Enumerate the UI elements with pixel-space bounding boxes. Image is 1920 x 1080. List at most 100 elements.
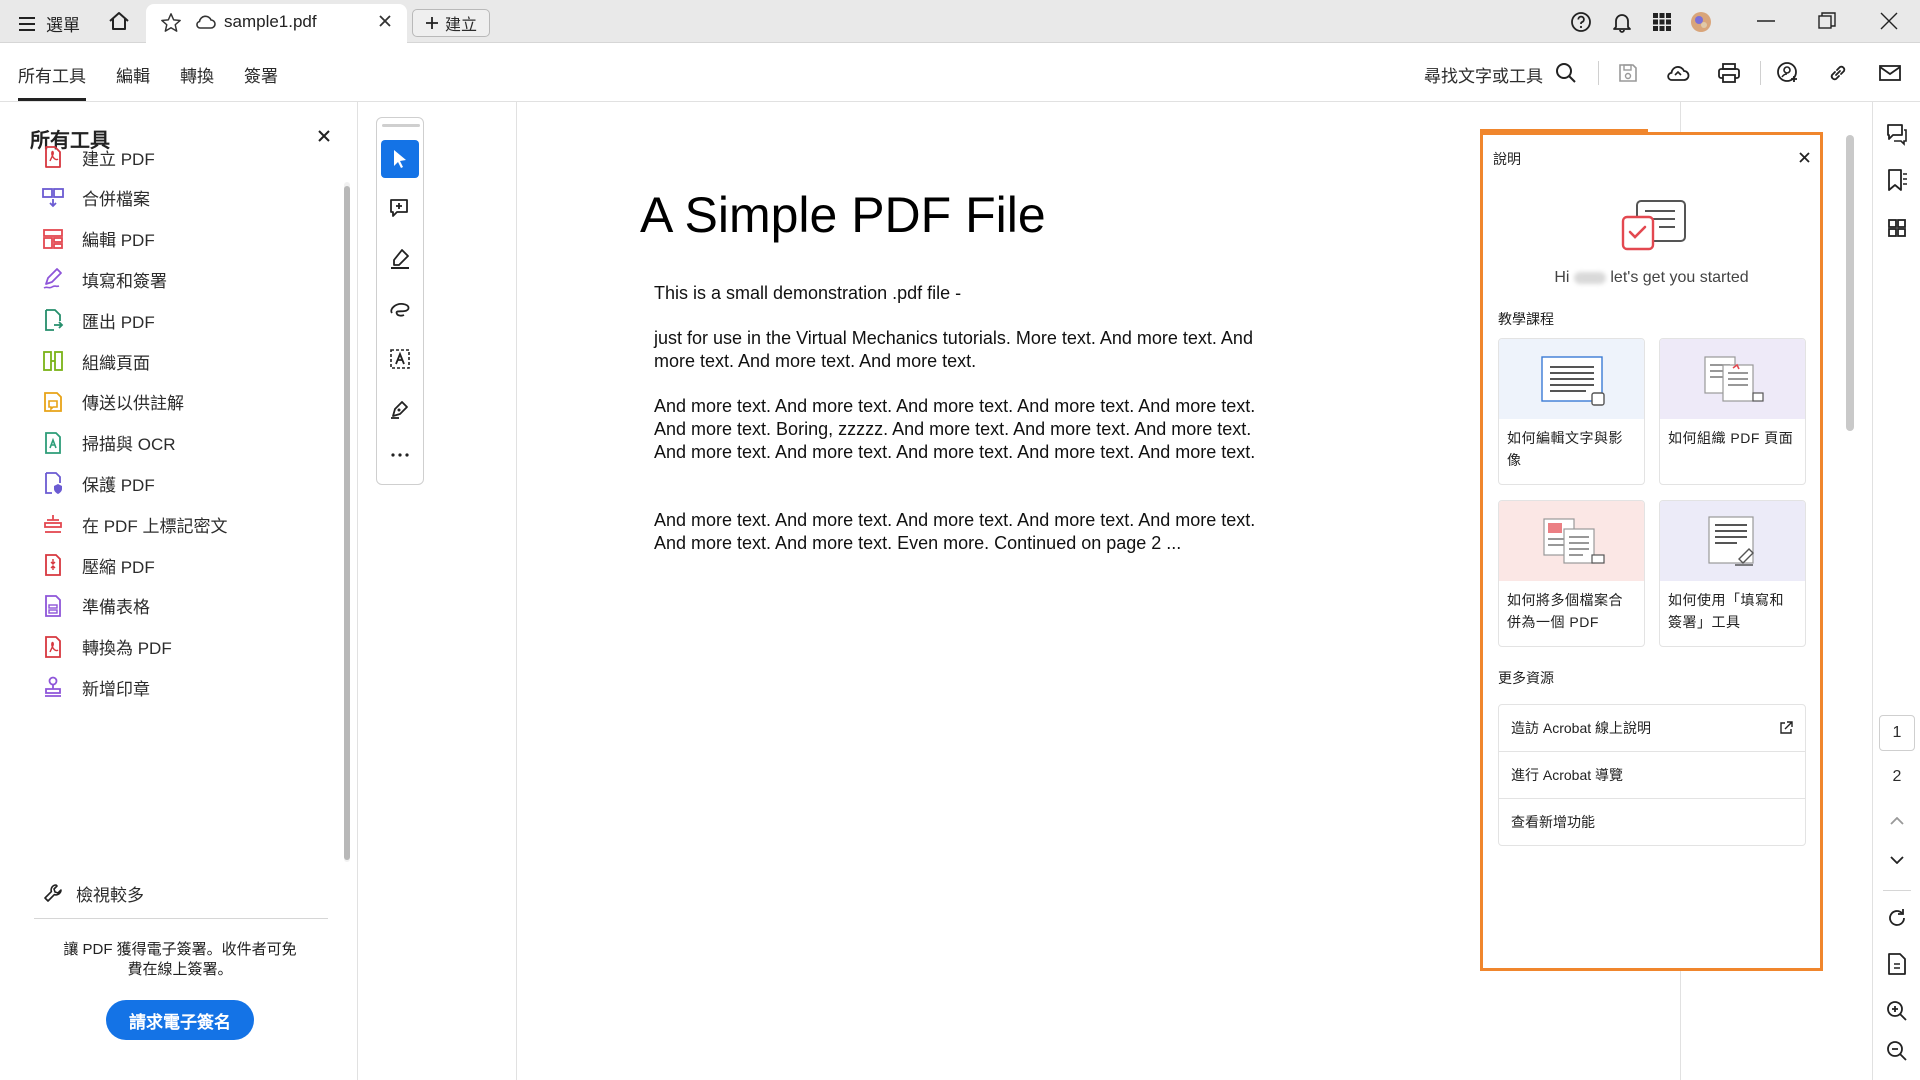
- drag-handle[interactable]: [382, 124, 420, 127]
- tool-item[interactable]: 傳送以供註解: [40, 387, 184, 417]
- text-box-button[interactable]: [381, 340, 419, 378]
- apps-button[interactable]: [1652, 12, 1672, 32]
- thumbnails-panel-button[interactable]: [1885, 216, 1909, 240]
- close-panel-button[interactable]: [318, 130, 330, 142]
- tool-label: 壓縮 PDF: [82, 557, 155, 577]
- convert-pdf-icon: [40, 634, 66, 660]
- document-tab[interactable]: sample1.pdf: [146, 4, 407, 43]
- resource-tour[interactable]: 進行 Acrobat 導覽: [1498, 751, 1806, 799]
- document-paragraph: And more text. And more text. And more t…: [654, 396, 1256, 462]
- sign-tool-button[interactable]: [381, 390, 419, 428]
- more-tools-button[interactable]: [381, 436, 419, 474]
- tool-item[interactable]: 在 PDF 上標記密文: [40, 509, 227, 539]
- view-more-label: 檢視較多: [76, 885, 144, 905]
- previous-page-button[interactable]: [1885, 809, 1909, 833]
- tool-label: 匯出 PDF: [82, 312, 155, 332]
- page-fit-icon: [1886, 952, 1908, 976]
- link-icon[interactable]: [1824, 59, 1852, 87]
- document-scrollbar-thumb[interactable]: [1846, 135, 1854, 431]
- resource-online-help[interactable]: 造訪 Acrobat 線上說明: [1498, 704, 1806, 752]
- tool-item[interactable]: 保護 PDF: [40, 468, 155, 498]
- share-user-icon[interactable]: [1774, 59, 1802, 87]
- fill-sign-icon: [40, 266, 66, 292]
- tab-sign[interactable]: 簽署: [244, 62, 278, 87]
- tool-item[interactable]: 組織頁面: [40, 346, 150, 376]
- highlight-tool-button[interactable]: [381, 240, 419, 278]
- close-help-button[interactable]: [1799, 152, 1810, 163]
- tool-label: 在 PDF 上標記密文: [82, 516, 228, 536]
- home-button[interactable]: [108, 11, 130, 31]
- tool-item[interactable]: 編輯 PDF: [40, 224, 155, 254]
- tool-item[interactable]: 匯出 PDF: [40, 305, 155, 335]
- tab-convert[interactable]: 轉換: [180, 62, 214, 87]
- tab-title-group: sample1.pdf: [194, 12, 317, 32]
- getting-started-illustration: [1619, 197, 1689, 255]
- scrollbar-thumb[interactable]: [344, 186, 350, 860]
- document-paragraph: This is a small demonstration .pdf file …: [654, 283, 962, 303]
- cloud-icon: [194, 14, 216, 30]
- bookmarks-panel-button[interactable]: [1885, 168, 1909, 192]
- tool-item[interactable]: 合併檔案: [40, 183, 150, 213]
- select-tool-button[interactable]: [381, 140, 419, 178]
- tab-edit[interactable]: 編輯: [116, 62, 150, 87]
- view-more-item[interactable]: 檢視較多: [40, 878, 144, 908]
- tool-item[interactable]: 轉換為 PDF: [40, 632, 172, 662]
- redacted-user-name: [1573, 271, 1606, 284]
- close-icon: [1799, 152, 1810, 163]
- greeting-suffix: let's get you started: [1610, 269, 1749, 286]
- tutorial-card-combine[interactable]: 如何將多個檔案合併為一個 PDF: [1498, 500, 1645, 647]
- avatar[interactable]: [1690, 11, 1712, 33]
- rotate-button[interactable]: [1885, 906, 1909, 930]
- tutorial-card-organize[interactable]: 如何組織 PDF 頁面: [1659, 338, 1806, 485]
- help-button[interactable]: [1570, 11, 1592, 33]
- tab-all-tools[interactable]: 所有工具: [18, 62, 86, 87]
- menu-label: 選單: [46, 16, 80, 35]
- more-icon: [390, 453, 410, 457]
- comment-add-icon: [388, 197, 412, 221]
- create-button[interactable]: 建立: [412, 9, 490, 37]
- cloud-sync-icon[interactable]: [1664, 59, 1692, 87]
- request-esign-button[interactable]: 請求電子簽名: [106, 1000, 254, 1040]
- tool-item[interactable]: 掃描與 OCR: [40, 428, 176, 458]
- restore-button[interactable]: [1818, 12, 1836, 30]
- tool-item[interactable]: 新增印章: [40, 672, 150, 702]
- plus-icon: [425, 16, 439, 30]
- comments-panel-button[interactable]: [1885, 122, 1909, 146]
- tool-item[interactable]: 填寫和簽署: [40, 264, 167, 294]
- tutorial-card-edit[interactable]: 如何編輯文字與影像: [1498, 338, 1645, 485]
- scan-ocr-icon: [40, 430, 66, 456]
- page-2-link[interactable]: 2: [1879, 762, 1915, 792]
- scrollbar-track[interactable]: [344, 182, 350, 862]
- next-page-button[interactable]: [1885, 848, 1909, 872]
- chevron-down-icon: [1890, 856, 1904, 864]
- save-icon[interactable]: [1614, 59, 1642, 87]
- cursor-icon: [391, 148, 409, 170]
- menu-button[interactable]: 選單: [18, 11, 80, 36]
- search-tools-label[interactable]: 尋找文字或工具: [1424, 62, 1543, 87]
- bookmark-icon: [1885, 168, 1909, 192]
- external-link-icon: [1779, 721, 1793, 735]
- close-window-button[interactable]: [1880, 12, 1898, 30]
- resource-whats-new[interactable]: 查看新增功能: [1498, 798, 1806, 846]
- email-icon[interactable]: [1876, 59, 1904, 87]
- highlighter-icon: [388, 247, 412, 271]
- minimize-button[interactable]: [1757, 20, 1775, 22]
- tool-item[interactable]: 準備表格: [40, 591, 150, 621]
- add-comment-button[interactable]: [381, 190, 419, 228]
- close-tab-button[interactable]: [378, 14, 392, 28]
- rotate-icon: [1886, 907, 1908, 929]
- print-icon[interactable]: [1715, 59, 1743, 87]
- tutorial-card-fill-sign[interactable]: 如何使用「填寫和簽署」工具: [1659, 500, 1806, 647]
- search-icon[interactable]: [1552, 59, 1580, 87]
- card-caption: 如何組織 PDF 頁面: [1668, 430, 1794, 446]
- current-page-indicator[interactable]: 1: [1879, 715, 1915, 751]
- notifications-button[interactable]: [1611, 11, 1633, 33]
- zoom-in-button[interactable]: [1885, 999, 1909, 1023]
- tool-item[interactable]: 壓縮 PDF: [40, 550, 155, 580]
- create-label: 建立: [444, 17, 477, 34]
- zoom-out-button[interactable]: [1885, 1039, 1909, 1063]
- tool-item[interactable]: 建立 PDF: [40, 142, 155, 172]
- draw-tool-button[interactable]: [381, 290, 419, 328]
- star-icon[interactable]: [160, 12, 182, 34]
- fit-page-button[interactable]: [1885, 952, 1909, 976]
